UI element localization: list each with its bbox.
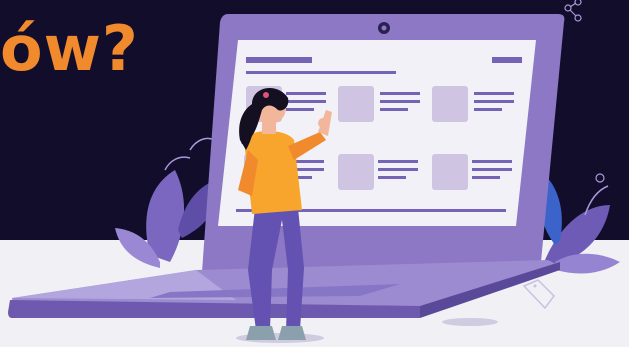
screen-card <box>432 86 468 122</box>
plant-leaf-icon <box>539 173 620 274</box>
screen-card <box>338 86 374 122</box>
screen-card <box>338 154 374 190</box>
screen-card <box>432 154 468 190</box>
price-tag-icon <box>522 279 555 310</box>
share-icon <box>564 0 582 22</box>
laptop-illustration <box>8 0 620 343</box>
